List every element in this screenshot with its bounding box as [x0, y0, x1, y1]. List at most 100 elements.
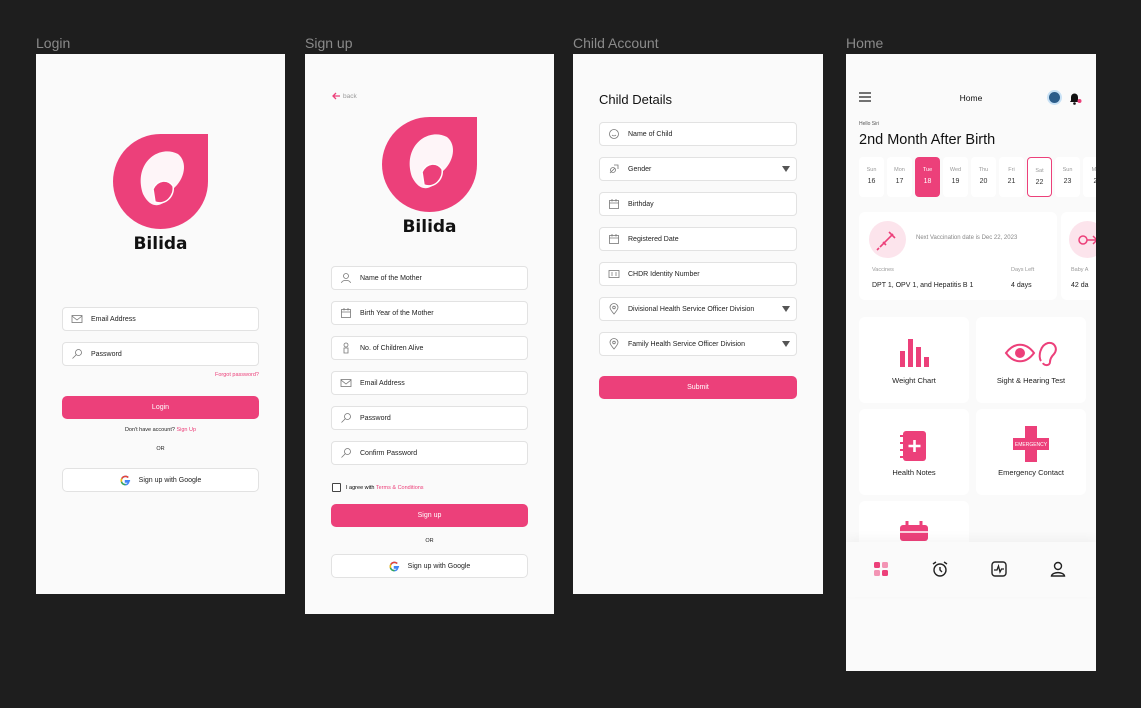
- location-pin-icon: [609, 338, 619, 350]
- day-item[interactable]: Mo 2: [1083, 157, 1096, 197]
- confirm-password-placeholder: Confirm Password: [360, 449, 418, 457]
- sight-hearing-tile[interactable]: Sight & Hearing Test: [976, 317, 1086, 403]
- key-icon: [341, 413, 351, 423]
- day-number: 16: [867, 178, 876, 185]
- day-item[interactable]: Wed 19: [943, 157, 968, 197]
- password-field[interactable]: Password: [62, 342, 259, 366]
- vaccination-card[interactable]: Next Vaccination date is Dec 22, 2023 Va…: [859, 212, 1057, 300]
- weight-chart-tile[interactable]: Weight Chart: [859, 317, 969, 403]
- back-button[interactable]: back: [332, 92, 357, 100]
- home-screen: Home Hello Siri 2nd Month After Birth Su…: [846, 54, 1096, 671]
- alarm-clock-icon[interactable]: [931, 560, 949, 578]
- page-title: Child Details: [599, 92, 672, 107]
- day-number: 22: [1035, 179, 1044, 186]
- chdr-id-field[interactable]: CHDR Identity Number: [599, 262, 797, 286]
- day-item-selected[interactable]: Tue 18: [915, 157, 940, 197]
- person-icon: [341, 273, 351, 284]
- mail-icon: [340, 379, 352, 387]
- eye-ear-icon: [1004, 341, 1057, 367]
- emergency-cross-icon: EMERGENCY: [1013, 426, 1049, 462]
- google-icon: [120, 475, 130, 485]
- submit-button[interactable]: Submit: [599, 376, 797, 399]
- terms-link[interactable]: Terms & Conditions: [376, 485, 424, 491]
- day-number: 2: [1093, 178, 1096, 185]
- signup-email-field[interactable]: Email Address: [331, 371, 528, 395]
- signup-email-placeholder: Email Address: [360, 379, 405, 387]
- logo-icon: [113, 134, 208, 229]
- vaccines-value: DPT 1, OPV 1, and Hepatitis B 1: [872, 282, 974, 289]
- child-name-field[interactable]: Name of Child: [599, 122, 797, 146]
- agree-label: I agree with: [346, 484, 376, 491]
- terms-checkbox[interactable]: [332, 483, 341, 492]
- divisional-officer-select[interactable]: Divisional Health Service Officer Divisi…: [599, 297, 797, 321]
- dashboard-icon[interactable]: [872, 560, 890, 578]
- day-name: Thu: [978, 167, 989, 173]
- birthday-field[interactable]: Birthday: [599, 192, 797, 216]
- day-number: 19: [951, 178, 960, 185]
- family-officer-select[interactable]: Family Health Service Officer Division: [599, 332, 797, 356]
- day-item[interactable]: Sun 23: [1055, 157, 1080, 197]
- bell-icon[interactable]: [1067, 90, 1083, 106]
- day-item[interactable]: Fri 21: [999, 157, 1024, 197]
- day-item-vaccination[interactable]: Sat 22: [1027, 157, 1052, 197]
- google-signup-label: Sign up with Google: [138, 476, 202, 484]
- avatar[interactable]: [1047, 90, 1062, 105]
- or-divider: OR: [425, 538, 434, 544]
- id-card-icon: [608, 270, 620, 278]
- email-field[interactable]: Email Address: [62, 307, 259, 331]
- registered-date-field[interactable]: Registered Date: [599, 227, 797, 251]
- mother-birth-year-field[interactable]: Birth Year of the Mother: [331, 301, 528, 325]
- family-officer-placeholder: Family Health Service Officer Division: [628, 340, 745, 348]
- back-label: back: [343, 92, 357, 100]
- child-name-placeholder: Name of Child: [628, 130, 673, 138]
- signup-password-placeholder: Password: [360, 414, 391, 422]
- login-button[interactable]: Login: [62, 396, 259, 419]
- health-notes-tile[interactable]: Health Notes: [859, 409, 969, 495]
- day-number: 21: [1007, 178, 1016, 185]
- signup-screen: back Bilida Name of the Mother Birth Yea…: [305, 54, 554, 614]
- health-notes-label: Health Notes: [892, 468, 936, 477]
- signup-password-field[interactable]: Password: [331, 406, 528, 430]
- baby-icon: [343, 342, 349, 354]
- vaccines-label: Vaccines: [872, 267, 894, 273]
- google-signup-button[interactable]: Sign up with Google: [62, 468, 259, 492]
- emergency-contact-tile[interactable]: EMERGENCY Emergency Contact: [976, 409, 1086, 495]
- chdr-id-placeholder: CHDR Identity Number: [628, 270, 700, 278]
- days-left-value: 4 days: [1011, 282, 1032, 289]
- children-alive-field[interactable]: No. of Children Alive: [331, 336, 528, 360]
- notebook-icon: [900, 431, 926, 461]
- signup-button[interactable]: Sign up: [331, 504, 528, 527]
- day-item[interactable]: Thu 20: [971, 157, 996, 197]
- email-placeholder: Email Address: [91, 315, 136, 323]
- mother-name-field[interactable]: Name of the Mother: [331, 266, 528, 290]
- google-signup-button[interactable]: Sign up with Google: [331, 554, 528, 578]
- baby-icon: [1069, 221, 1096, 258]
- calendar-icon: [341, 308, 351, 318]
- emergency-text: EMERGENCY: [1015, 442, 1048, 448]
- chevron-down-icon: [782, 341, 790, 347]
- day-name: Sun: [866, 167, 877, 173]
- baby-age-card[interactable]: Baby A 42 da: [1061, 212, 1096, 300]
- sign-up-link[interactable]: Sign Up: [176, 427, 196, 433]
- day-name: Tue: [922, 167, 933, 173]
- key-icon: [72, 349, 82, 359]
- or-divider: OR: [156, 446, 165, 452]
- day-item[interactable]: Sun 16: [859, 157, 884, 197]
- logo-icon: [382, 117, 477, 212]
- chevron-down-icon: [782, 306, 790, 312]
- profile-icon[interactable]: [1049, 560, 1067, 578]
- day-name: Mon: [894, 167, 905, 173]
- activity-icon[interactable]: [990, 560, 1008, 578]
- day-item[interactable]: Mon 17: [887, 157, 912, 197]
- forgot-password-link[interactable]: Forgot password?: [215, 372, 259, 378]
- greeting: Hello Siri: [859, 121, 880, 127]
- day-name: Wed: [949, 167, 962, 173]
- page-heading: 2nd Month After Birth: [859, 132, 996, 148]
- frame-label-child: Child Account: [573, 35, 659, 51]
- calendar-icon: [609, 199, 619, 209]
- day-name: Fri: [1008, 167, 1015, 173]
- day-number: 20: [979, 178, 988, 185]
- day-name: Sun: [1062, 167, 1073, 173]
- gender-select[interactable]: Gender: [599, 157, 797, 181]
- confirm-password-field[interactable]: Confirm Password: [331, 441, 528, 465]
